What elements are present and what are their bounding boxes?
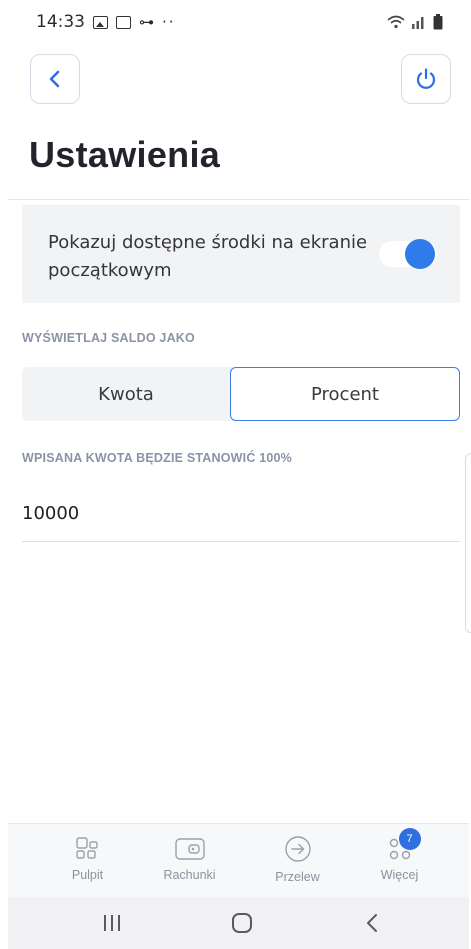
calendar-icon [116, 15, 131, 29]
tab-pulpit[interactable]: Pulpit [30, 824, 145, 898]
balance-section-label: WYŚWIETLAJ SALDO JAKO [22, 331, 195, 345]
tab-label: Pulpit [71, 868, 104, 882]
status-time: 14:33 [36, 12, 85, 32]
dashboard-icon [71, 834, 105, 864]
tab-label: Rachunki [163, 868, 216, 882]
bottom-tab-bar: Pulpit Rachunki Przelew 7 Więcej [8, 823, 469, 897]
show-funds-label: Pokazuj dostępne środki na ekranie począ… [48, 232, 368, 281]
tab-wiecej[interactable]: 7 Więcej [342, 824, 457, 898]
recent-apps-icon [104, 915, 120, 931]
tab-label: Więcej [380, 868, 419, 882]
notification-badge: 7 [398, 828, 421, 850]
back-button[interactable] [30, 54, 80, 104]
status-bar: 14:33 ⊶ ·· [0, 0, 471, 44]
logout-button[interactable] [401, 54, 451, 104]
option-procent[interactable]: Procent [230, 367, 460, 421]
show-funds-setting: Pokazuj dostępne środki na ekranie począ… [22, 205, 460, 303]
page-title: Ustawienia [29, 134, 221, 175]
back-icon [367, 914, 377, 932]
tab-przelew[interactable]: Przelew [240, 824, 355, 898]
power-icon [416, 68, 436, 89]
home-button[interactable] [192, 897, 292, 949]
home-icon [232, 913, 252, 933]
option-kwota[interactable]: Kwota [22, 367, 230, 421]
gallery-icon [93, 15, 108, 29]
wifi-icon [387, 15, 405, 29]
toggle-knob [405, 239, 435, 269]
amount-input[interactable]: 10000 [22, 503, 79, 524]
wallet-icon [173, 834, 207, 864]
recent-apps-button[interactable] [62, 897, 162, 949]
transfer-icon [281, 834, 315, 864]
amount-input-underline [22, 541, 460, 542]
tab-label: Przelew [275, 870, 320, 884]
battery-icon [433, 14, 443, 30]
system-back-button[interactable] [322, 897, 422, 949]
balance-display-selector: Kwota Procent [22, 367, 460, 421]
show-funds-toggle[interactable] [379, 239, 437, 269]
chevron-left-icon [49, 70, 60, 88]
side-panel-handle[interactable] [465, 453, 471, 633]
more-dots-icon: ·· [162, 13, 176, 31]
tab-rachunki[interactable]: Rachunki [132, 824, 247, 898]
system-nav-bar [8, 897, 469, 949]
header-divider [8, 199, 469, 200]
amount-section-label: WPISANA KWOTA BĘDZIE STANOWIĆ 100% [22, 451, 293, 465]
signal-icon [412, 17, 424, 29]
more-icon: 7 [383, 828, 421, 864]
key-icon: ⊶ [139, 13, 154, 31]
